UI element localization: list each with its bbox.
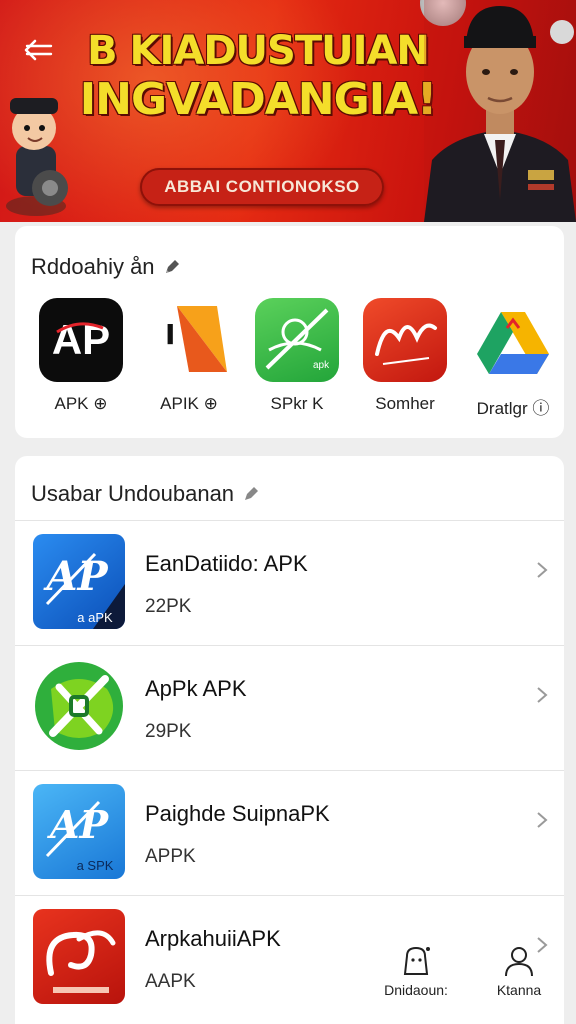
list-item[interactable]: AP a aPK EanDatiido: APK 22PK xyxy=(15,520,564,645)
svg-text:I: I xyxy=(165,318,175,351)
featured-section-header: Rddoahiy ån xyxy=(31,254,181,280)
chevron-right-icon xyxy=(537,562,548,578)
ap-letters-icon: AP xyxy=(39,298,123,382)
nav-downloads[interactable]: Dnidaoun: xyxy=(381,944,451,998)
icon-caption: a SPK xyxy=(77,858,114,873)
drive-triangle-icon xyxy=(471,298,555,382)
list-item[interactable]: ApPk APK 29PK xyxy=(15,645,564,770)
featured-app-tile[interactable]: apk SPkr K xyxy=(247,298,347,414)
downloads-section-title: Usabar Undoubanan xyxy=(31,481,235,506)
featured-apps-row: AP APK ⊕ I APIK ⊕ apk SPkr K Somher Drat… xyxy=(15,298,564,418)
featured-app-label: APK ⊕ xyxy=(54,394,108,413)
mascot-character-illustration xyxy=(6,98,68,216)
app-size: APPK xyxy=(145,846,196,867)
app-size: 29PK xyxy=(145,721,192,742)
app-name: EanDatiido: APK xyxy=(145,551,308,576)
featured-app-tile[interactable]: Somher xyxy=(355,298,455,414)
featured-app-tile[interactable]: Dratlgr ⓘ xyxy=(463,298,563,419)
featured-app-label: Dratlgr ⓘ xyxy=(476,399,550,418)
chevron-right-icon xyxy=(537,687,548,703)
app-name: Paighde SuipnaPK xyxy=(145,801,330,826)
officer-portrait-illustration xyxy=(424,0,576,222)
featured-app-label: SPkr K xyxy=(270,394,324,413)
banner-headline: B KIADUSTUIAN INGVADANGIA! xyxy=(68,28,448,126)
app-name: ArpkahuiiAPK xyxy=(145,926,281,951)
icon-caption: a aPK xyxy=(77,610,113,625)
featured-section-title: Rddoahiy ån xyxy=(31,254,155,279)
downloads-list: AP a aPK EanDatiido: APK 22PK ApPk APK 2… xyxy=(15,520,564,1020)
light-blue-ap-icon: AP a SPK xyxy=(33,784,125,879)
downloads-card: Usabar Undoubanan AP a aPK EanDatiido: A… xyxy=(15,456,564,1024)
app-size: AAPK xyxy=(145,971,196,992)
featured-app-label: APIK ⊕ xyxy=(160,394,218,413)
featured-apps-card: Rddoahiy ån AP APK ⊕ I APIK ⊕ apk SPkr K… xyxy=(15,226,564,438)
red-swirl-icon xyxy=(33,909,125,1004)
triangle-logo-icon: I xyxy=(147,298,231,382)
back-arrow-icon xyxy=(24,39,53,61)
featured-app-tile[interactable]: I APIK ⊕ xyxy=(139,298,239,414)
nav-account-label: Ktanna xyxy=(496,982,542,998)
featured-app-label: Somher xyxy=(375,394,435,413)
hero-banner: B KIADUSTUIAN INGVADANGIA! ABBAI CONTION… xyxy=(0,0,576,222)
back-button[interactable] xyxy=(18,30,58,70)
chevron-right-icon xyxy=(537,812,548,828)
banner-headline-line2: INGVADANGIA! xyxy=(79,74,437,125)
red-signature-icon xyxy=(363,298,447,382)
blue-ap-icon: AP a aPK xyxy=(33,534,125,629)
downloads-bag-icon xyxy=(403,946,430,975)
svg-text:apk: apk xyxy=(313,360,330,371)
green-cross-icon xyxy=(33,659,125,754)
banner-cta-button[interactable]: ABBAI CONTIONOKSO xyxy=(140,168,384,206)
banner-headline-line1: B KIADUSTUIAN xyxy=(87,28,430,74)
pencil-icon[interactable] xyxy=(242,485,260,503)
nav-downloads-label: Dnidaoun: xyxy=(384,982,448,998)
person-icon xyxy=(505,947,533,977)
list-item[interactable]: ArpkahuiiAPK AAPK xyxy=(15,895,564,1020)
list-item[interactable]: AP a SPK Paighde SuipnaPK APPK xyxy=(15,770,564,895)
svg-text:AP: AP xyxy=(42,553,109,600)
nav-account[interactable]: Ktanna xyxy=(484,944,554,998)
downloads-section-header: Usabar Undoubanan xyxy=(31,481,260,507)
pencil-icon[interactable] xyxy=(163,258,181,276)
app-name: ApPk APK xyxy=(145,676,247,701)
featured-app-tile[interactable]: AP APK ⊕ xyxy=(31,298,131,414)
app-size: 22PK xyxy=(145,596,192,617)
green-apk-icon: apk xyxy=(255,298,339,382)
